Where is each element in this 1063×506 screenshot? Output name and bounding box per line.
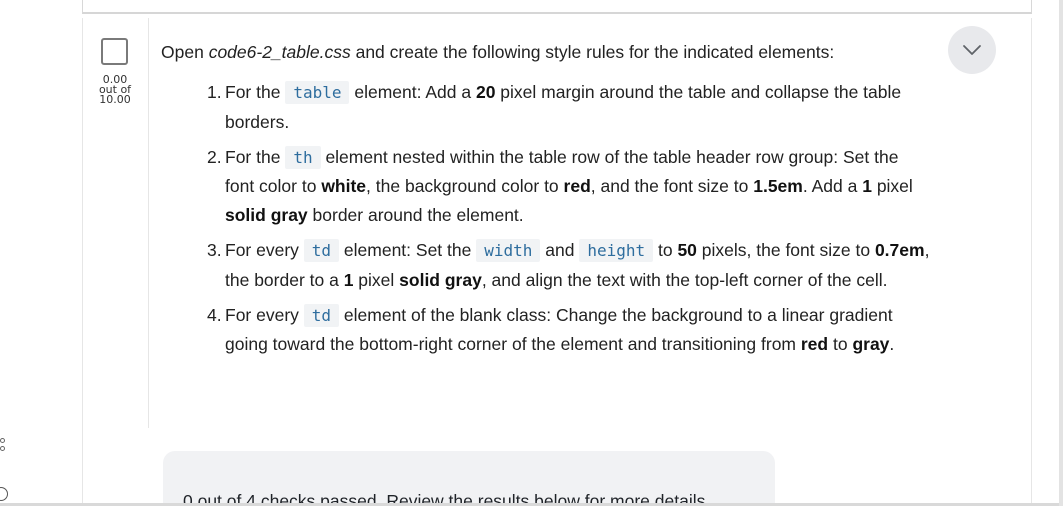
- task-checkbox[interactable]: [101, 38, 128, 65]
- step-item: 4. For every td element of the blank clas…: [161, 301, 931, 360]
- expand-button[interactable]: [948, 26, 996, 74]
- step-list: 1. For the table element: Add a 20 pixel …: [161, 78, 931, 359]
- emphasis-text: 1: [862, 176, 872, 197]
- emphasis-text: solid gray: [225, 205, 308, 226]
- step-text: pixel: [353, 269, 400, 290]
- step-text: pixel: [871, 176, 913, 197]
- step-text: For every: [225, 304, 304, 325]
- feedback-panel: 0 out of 4 checks passed. Review the res…: [163, 451, 775, 506]
- intro-suffix: and create the following style rules for…: [350, 42, 835, 62]
- check-column: 0.00 out of 10.00: [83, 18, 149, 428]
- emphasis-text: red: [800, 334, 829, 355]
- task-intro: Open code6-2_table.css and create the fo…: [161, 40, 931, 64]
- emphasis-text: 1.5em: [753, 176, 803, 197]
- step-item: 2. For the th element nested within the t…: [161, 143, 931, 230]
- step-number: 1.: [207, 82, 222, 102]
- code-token: table: [285, 81, 350, 104]
- intro-prefix: Open: [161, 42, 209, 62]
- step-text: and: [540, 239, 580, 260]
- emphasis-text: 1: [343, 269, 354, 290]
- score-display: 0.00 out of 10.00: [87, 74, 143, 106]
- step-text: element: Add a: [349, 82, 476, 102]
- step-item: 1. For the table element: Add a 20 pixel …: [161, 78, 931, 137]
- step-text: element: Set the: [339, 239, 477, 260]
- code-token: th: [285, 145, 321, 169]
- emphasis-text: white: [321, 176, 367, 197]
- help-icon[interactable]: [0, 487, 8, 501]
- code-token: td: [303, 303, 340, 327]
- emphasis-text: 20: [475, 82, 496, 102]
- step-number: 2.: [207, 146, 222, 167]
- css-filename: code6-2_table.css: [208, 42, 351, 62]
- step-item: 3. For every td element: Set the width an…: [161, 236, 931, 295]
- step-text: , and align the text with the top-left c…: [481, 269, 888, 290]
- chevron-down-icon: [963, 45, 981, 55]
- step-text: For the: [225, 146, 286, 167]
- code-token: width: [476, 238, 541, 262]
- emphasis-text: gray: [852, 334, 890, 355]
- step-text: , the background color to: [366, 176, 564, 197]
- task-card: 0.00 out of 10.00 Open code6-2_table.css…: [82, 18, 1032, 506]
- step-text: .: [889, 334, 895, 355]
- task-instructions: Open code6-2_table.css and create the fo…: [161, 40, 931, 365]
- step-text: to: [653, 239, 678, 260]
- step-text: . Add a: [802, 176, 863, 197]
- step-text: pixels, the font size to: [696, 239, 875, 260]
- score-total: 10.00: [99, 93, 131, 106]
- step-text: to: [828, 334, 853, 355]
- step-text: , and the font size to: [590, 176, 754, 197]
- emphasis-text: solid gray: [399, 269, 482, 290]
- step-text: border around the element.: [307, 205, 524, 226]
- step-text: For the: [225, 82, 286, 102]
- step-text: For every: [225, 239, 304, 260]
- emphasis-text: 50: [677, 239, 697, 260]
- emphasis-text: 0.7em: [874, 239, 925, 260]
- left-rail: [0, 0, 30, 506]
- code-token: td: [303, 238, 340, 262]
- previous-card: [82, 0, 1032, 14]
- step-number: 3.: [207, 239, 222, 260]
- scrollbar[interactable]: [1059, 0, 1063, 506]
- code-token: height: [579, 238, 654, 262]
- step-number: 4.: [207, 304, 222, 325]
- more-options-icon[interactable]: [0, 438, 12, 454]
- emphasis-text: red: [563, 176, 591, 197]
